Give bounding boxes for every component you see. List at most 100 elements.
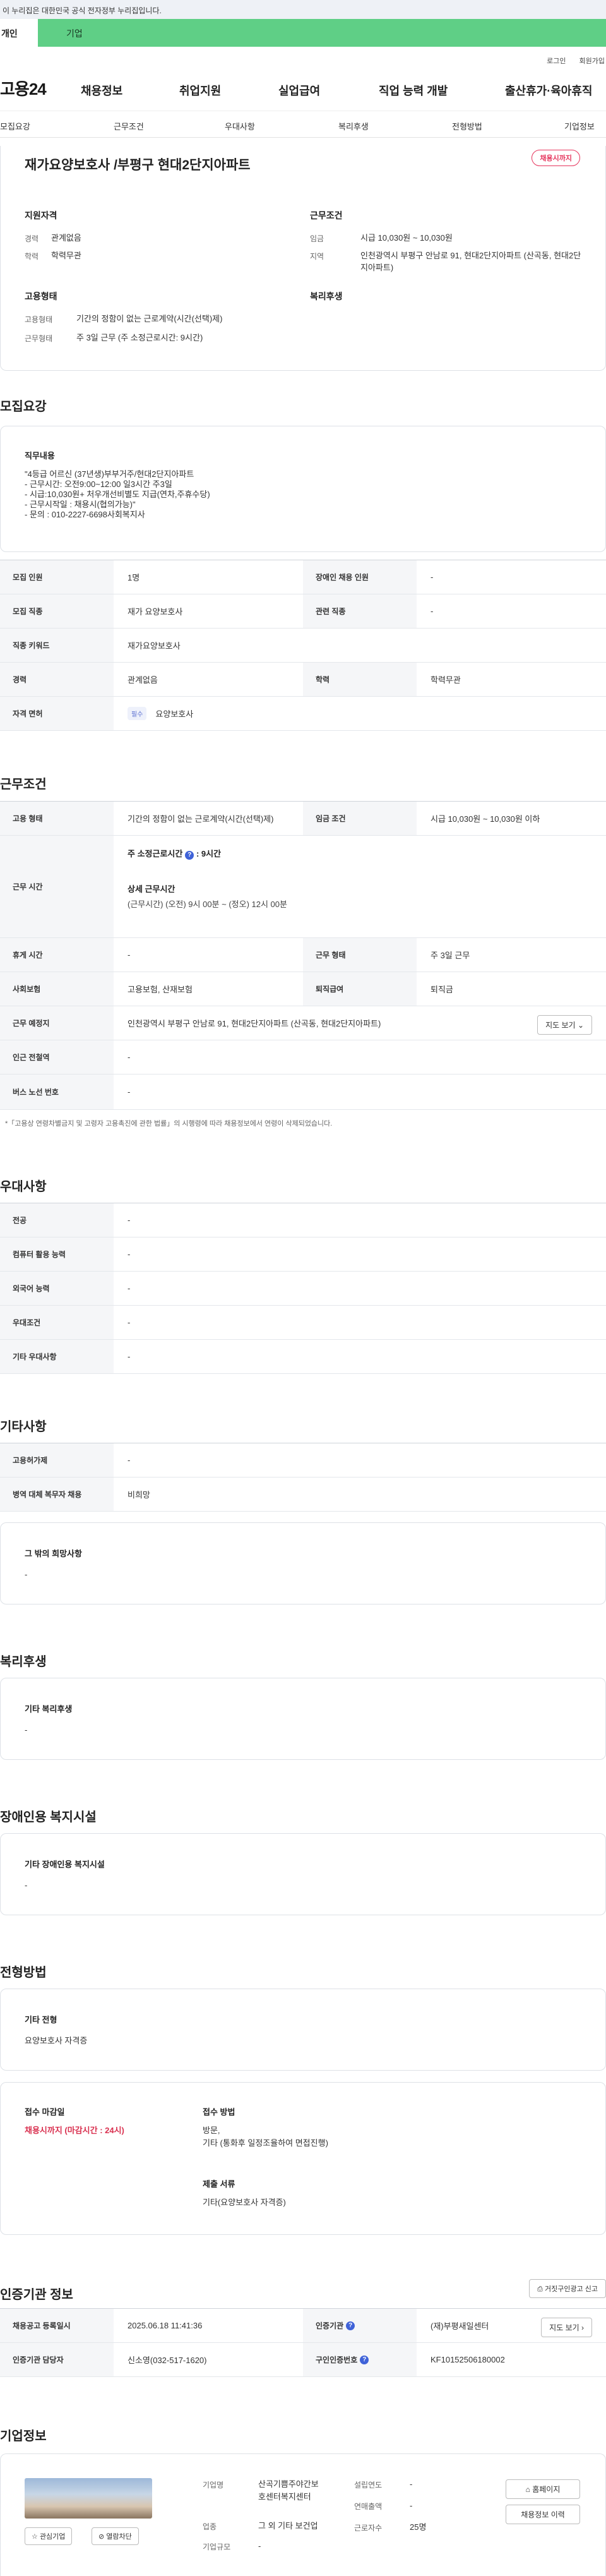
recruit-heading: 모집요강 [0, 400, 47, 414]
cell-label: 경력 [0, 663, 114, 696]
chevron-right-icon: › [581, 2323, 584, 2332]
section-nav: 모집요강 근무조건 우대사항 복리후생 전형방법 기업정보 [0, 111, 606, 138]
edu-value: 학력무관 [51, 251, 81, 260]
subnav-work[interactable]: 근무조건 [114, 120, 144, 132]
gnb-item-jobs[interactable]: 채용정보 [81, 82, 122, 99]
apply-card: 접수 마감일 채용시까지 (마감시간 : 24시) 접수 방법 방문, 기타 (… [0, 2082, 606, 2235]
gnb-item-leave[interactable]: 출산휴가·육아휴직 [505, 82, 592, 99]
cell-label: 인증기관? [303, 2309, 417, 2342]
founded-value: - [410, 2479, 413, 2489]
cell-value: 주 3일 근무 [431, 951, 470, 960]
report-fake-ad-button[interactable]: ⎙ 거짓구인광고 신고 [529, 2279, 606, 2298]
sales-label: 연매출액 [354, 2502, 383, 2511]
company-heading: 기업정보 [0, 2429, 47, 2443]
deadline-heading: 접수 마감일 [25, 2107, 65, 2117]
cell-label: 인근 전철역 [0, 1040, 114, 1074]
cell-value: - [128, 1455, 131, 1465]
subnav-company[interactable]: 기업정보 [564, 120, 595, 132]
cond-heading: 근무조건 [310, 210, 343, 220]
cell-label: 근무 형태 [303, 938, 417, 972]
tab-personal[interactable]: 개인 [0, 19, 38, 47]
cell-value: - [128, 1352, 131, 1361]
disab-other-heading: 기타 장애인용 복지시설 [25, 1860, 105, 1869]
cell-value: - [128, 1318, 131, 1327]
welfare-other-heading: 기타 복리후생 [25, 1704, 73, 1714]
fav-company-button[interactable]: ☆ 관심기업 [25, 2527, 73, 2545]
worktype-label: 근무형태 [25, 334, 53, 343]
map-button[interactable]: 지도 보기 ⌄ [537, 1015, 592, 1035]
deadline-badge: 채용시까지 [532, 150, 580, 166]
gnb-item-unemployment[interactable]: 실업급여 [278, 82, 320, 99]
cell-label: 채용공고 등록일시 [0, 2309, 114, 2342]
cell-value: 고용보험, 산재보험 [128, 985, 193, 994]
site-logo[interactable]: 고용24 [0, 76, 76, 100]
cell-label: 학력 [303, 663, 417, 696]
fav-button-label: 관심기업 [39, 2533, 66, 2541]
table-row: 휴게 시간 - 근무 형태 주 3일 근무 [0, 938, 606, 972]
info-icon[interactable]: ? [360, 2355, 369, 2364]
report-icon: ⎙ [537, 2285, 543, 2293]
tab-company[interactable]: 기업 [38, 19, 83, 47]
table-row: 고용 형태 기간의 정함이 없는 근로계약(시간(선택)제) 임금 조건 시급 … [0, 802, 606, 836]
login-link[interactable]: 로그인 [547, 57, 566, 65]
employees-label: 근로자수 [354, 2524, 383, 2532]
cell-value: - [431, 572, 434, 582]
cell-label: 퇴직급여 [303, 972, 417, 1006]
cell-value: 재가요양보호사 [128, 641, 181, 651]
edu-label: 학력 [25, 252, 39, 261]
subnav-pref[interactable]: 우대사항 [225, 120, 255, 132]
welfare-card: 기타 복리후생 - [0, 1678, 606, 1760]
recruit-table: 모집 인원 1명 장애인 채용 인원 - 모집 직종 재가 요양보호사 관련 직… [0, 560, 606, 731]
weekly-hours-label: 주 소정근로시간 [128, 849, 183, 858]
etc-heading: 기타사항 [0, 1420, 47, 1434]
table-row: 병역 대체 복무자 채용 비희망 [0, 1478, 606, 1512]
homepage-button[interactable]: ⌂ 홈페이지 [506, 2479, 580, 2499]
table-row: 경력 관계없음 학력 학력무관 [0, 663, 606, 697]
gov-banner: 이 누리집은 대한민국 공식 전자정부 누리집입니다. [0, 0, 606, 19]
work-heading: 근무조건 [0, 778, 47, 791]
subnav-recruit[interactable]: 모집요강 [0, 120, 30, 132]
company-name-2: 호센터복지센터 [258, 2492, 311, 2501]
subnav-select[interactable]: 전형방법 [452, 120, 482, 132]
block-company-button[interactable]: ⊘ 열람차단 [92, 2527, 139, 2545]
company-image [25, 2478, 152, 2519]
cert-no-label: 구인인증번호 [316, 2356, 358, 2364]
join-link[interactable]: 회원가입 [579, 57, 605, 65]
select-card: 기타 전형 요양보호사 자격증 [0, 1989, 606, 2071]
cell-label: 임금 조건 [303, 802, 417, 835]
cell-value: 학력무관 [431, 675, 461, 685]
cell-value: - [128, 1052, 131, 1062]
method-value-1: 방문, [203, 2126, 220, 2135]
cell-value: 필수 요양보호사 [128, 697, 193, 730]
disab-other-value: - [25, 1881, 28, 1890]
agency-map-button[interactable]: 지도 보기 › [541, 2318, 592, 2337]
home-icon: ⌂ [525, 2485, 530, 2494]
emp-heading: 고용형태 [25, 291, 57, 301]
gnb-item-support[interactable]: 취업지원 [179, 82, 221, 99]
table-row: 인증기관 담당자 신소영(032-517-1620) 구인인증번호? KF101… [0, 2343, 606, 2377]
cell-value: - [128, 950, 131, 960]
cell-label: 근무 시간 [0, 836, 114, 937]
cell-label: 고용 형태 [0, 802, 114, 835]
detail-hours-heading: 상세 근무시간 [128, 884, 175, 894]
cell-value: 시급 10,030원 ~ 10,030원 이하 [431, 814, 540, 824]
method-value-2: 기타 (통화후 일정조율하여 면접진행) [203, 2138, 328, 2148]
info-icon[interactable]: ? [346, 2321, 355, 2330]
info-icon[interactable]: ? [185, 851, 194, 860]
etc-table: 고용허가제 - 병역 대체 복무자 채용 비희망 [0, 1443, 606, 1512]
gnb-item-training[interactable]: 직업 능력 개발 [379, 82, 448, 99]
cell-label: 외국어 능력 [0, 1272, 114, 1305]
table-row: 직종 키워드 재가요양보호사 [0, 629, 606, 663]
cell-value: - [128, 1284, 131, 1293]
cell-label: 장애인 채용 인원 [303, 560, 417, 594]
cell-value: 신소영(032-517-1620) [128, 2356, 207, 2365]
job-history-button[interactable]: 채용정보 이력 [506, 2505, 580, 2524]
company-card: ☆ 관심기업 ⊘ 열람차단 기업명 산곡기쁨주야간보 호센터복지센터 업종 그 … [0, 2453, 606, 2576]
duty-heading: 직무내용 [25, 451, 55, 460]
qual-heading: 지원자격 [25, 210, 57, 220]
cell-label: 휴게 시간 [0, 938, 114, 972]
subnav-welfare[interactable]: 복리후생 [338, 120, 369, 132]
report-button-label: 거짓구인광고 신고 [544, 2285, 598, 2293]
agency-heading: 인증기관 정보 [0, 2288, 73, 2302]
cell-label: 모집 직종 [0, 594, 114, 628]
